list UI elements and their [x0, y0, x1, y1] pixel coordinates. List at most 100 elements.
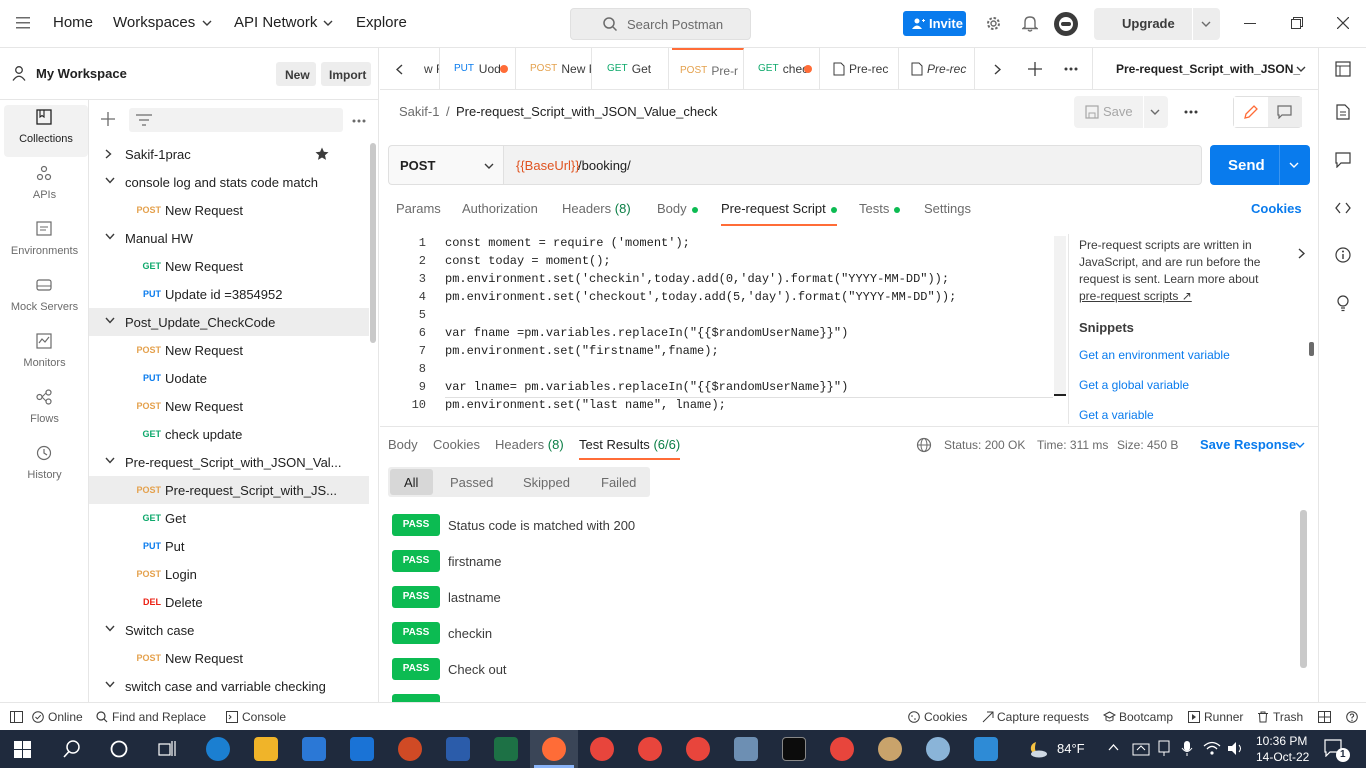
scrollbar[interactable]	[1300, 510, 1307, 668]
layout-icon[interactable]	[1318, 711, 1331, 723]
request-tab[interactable]: GET chec	[750, 48, 820, 90]
invite-button[interactable]: Invite	[903, 11, 966, 36]
snippet-item[interactable]: Get a variable	[1079, 408, 1154, 422]
wifi-icon[interactable]	[1203, 741, 1221, 756]
request-tab[interactable]: POST Pre-r	[672, 48, 744, 90]
word-icon[interactable]	[446, 737, 470, 761]
cookies-button[interactable]: Cookies	[924, 710, 967, 724]
url-input[interactable]: {{BaseUrl}} /booking/	[503, 145, 1202, 185]
filter-passed[interactable]: Passed	[450, 475, 493, 490]
tab-pre-request-script[interactable]: Pre-request Script	[721, 201, 837, 216]
tree-collection[interactable]: Switch case	[89, 616, 369, 644]
chevron-down-icon[interactable]	[1201, 21, 1211, 27]
sidebar-item-history[interactable]: History	[0, 441, 89, 493]
file-explorer-icon[interactable]	[254, 737, 278, 761]
snippet-item[interactable]: Get an environment variable	[1079, 348, 1230, 362]
environment-selector[interactable]: Pre-request_Script_with_JSON_	[1092, 48, 1318, 90]
menu-icon[interactable]	[16, 17, 30, 29]
script-editor[interactable]: 1 const moment = require ('moment'); 2 cons…	[388, 234, 1068, 416]
sidebar-item-flows[interactable]: Flows	[0, 385, 89, 437]
chevron-right-icon[interactable]	[105, 149, 112, 159]
store-icon[interactable]	[302, 737, 326, 761]
save-button[interactable]: Save	[1074, 96, 1168, 128]
search-icon[interactable]	[63, 740, 81, 758]
more-options-icon[interactable]	[1064, 67, 1078, 71]
avatar[interactable]	[1054, 12, 1078, 36]
tree-request[interactable]: POST New Request	[89, 196, 369, 224]
breadcrumb-request[interactable]: Pre-request_Script_with_JSON_Value_check	[456, 104, 717, 119]
meet-icon[interactable]	[1157, 740, 1171, 757]
chrome-profile-icon[interactable]	[638, 737, 662, 761]
upgrade-button[interactable]: Upgrade	[1094, 8, 1220, 40]
lightbulb-icon[interactable]	[1335, 294, 1351, 312]
tab-params[interactable]: Params	[396, 201, 441, 216]
tab-tests[interactable]: Tests	[859, 201, 901, 216]
sidebar-item-collections[interactable]: Collections	[4, 105, 88, 157]
sidebar-item-apis[interactable]: APIs	[0, 161, 89, 213]
tree-collection[interactable]: switch case and varriable checking	[89, 672, 369, 700]
chevron-up-icon[interactable]	[1108, 744, 1119, 751]
terminal-icon[interactable]	[782, 737, 806, 761]
tree-collection[interactable]: Sakif-1prac	[89, 140, 369, 168]
star-icon[interactable]	[315, 147, 329, 161]
chevron-right-icon[interactable]	[994, 64, 1001, 75]
edge-icon[interactable]	[206, 737, 230, 761]
new-tab-icon[interactable]	[1028, 62, 1042, 76]
code-icon[interactable]	[1335, 202, 1351, 214]
sidebar-item-environments[interactable]: Environments	[0, 217, 89, 269]
excel-icon[interactable]	[494, 737, 518, 761]
microphone-icon[interactable]	[1181, 740, 1193, 757]
scroll-thumb[interactable]	[1054, 394, 1066, 396]
tab-test-results[interactable]: Test Results (6/6)	[579, 437, 680, 452]
gear-icon[interactable]	[985, 15, 1002, 32]
tab-settings[interactable]: Settings	[924, 201, 971, 216]
nav-explore[interactable]: Explore	[356, 14, 407, 31]
paint-icon[interactable]	[878, 737, 902, 761]
workspace-name[interactable]: My Workspace	[36, 66, 127, 81]
filter-failed[interactable]: Failed	[601, 475, 636, 490]
filter-all[interactable]: All	[404, 475, 418, 490]
tree-request[interactable]: PUT Uodate	[89, 364, 369, 392]
app-icon[interactable]	[734, 737, 758, 761]
photos-icon[interactable]	[974, 737, 998, 761]
nav-api-network[interactable]: API Network	[234, 14, 317, 31]
pre-request-scripts-link[interactable]: pre-request scripts ↗	[1079, 289, 1192, 303]
tab-body[interactable]: Body	[657, 201, 698, 216]
sidebar-item-mock-servers[interactable]: Mock Servers	[0, 273, 89, 325]
tab-headers[interactable]: Headers (8)	[562, 201, 631, 216]
search-input[interactable]: Search Postman	[570, 8, 751, 40]
tree-collection[interactable]: Post_Update_CheckCode	[89, 308, 369, 336]
chevron-down-icon[interactable]	[105, 625, 115, 632]
chevron-down-icon[interactable]	[105, 457, 115, 464]
tree-request[interactable]: POST New Request	[89, 644, 369, 672]
clock-date[interactable]: 14-Oct-22	[1256, 750, 1309, 764]
maximize-icon[interactable]	[1291, 17, 1303, 29]
chevron-left-icon[interactable]	[396, 64, 403, 75]
tab-response-headers[interactable]: Headers (8)	[495, 437, 564, 452]
chrome-profile-icon[interactable]	[830, 737, 854, 761]
tree-request[interactable]: POST Pre-request_Script_with_JS...	[89, 476, 369, 504]
tree-collection[interactable]: Pre-request_Script_with_JSON_Val...	[89, 448, 369, 476]
chevron-down-icon[interactable]	[1296, 66, 1306, 72]
request-tab[interactable]: Pre-rec	[905, 48, 975, 90]
chevron-down-icon[interactable]	[105, 681, 115, 688]
tree-request[interactable]: POST New Request	[89, 392, 369, 420]
tab-authorization[interactable]: Authorization	[462, 201, 538, 216]
runner-button[interactable]: Runner	[1204, 710, 1243, 724]
bell-icon[interactable]	[1022, 15, 1038, 32]
size-text[interactable]: Size: 450 B	[1117, 438, 1178, 452]
chrome-profile-icon[interactable]	[686, 737, 710, 761]
tree-request[interactable]: PUT Update id =3854952	[89, 280, 369, 308]
chevron-right-icon[interactable]	[1298, 248, 1305, 259]
close-icon[interactable]	[1337, 17, 1349, 29]
chevron-down-icon[interactable]	[1150, 109, 1160, 115]
documentation-icon[interactable]	[1336, 104, 1350, 120]
filter-input[interactable]	[129, 108, 343, 132]
tree-request[interactable]: GET New Request	[89, 252, 369, 280]
weather-icon[interactable]	[1026, 740, 1048, 758]
volume-icon[interactable]	[1227, 741, 1245, 756]
nav-home[interactable]: Home	[53, 14, 93, 31]
online-status[interactable]: Online	[48, 710, 83, 724]
bootcamp-button[interactable]: Bootcamp	[1119, 710, 1173, 724]
info-icon[interactable]	[1335, 247, 1351, 263]
